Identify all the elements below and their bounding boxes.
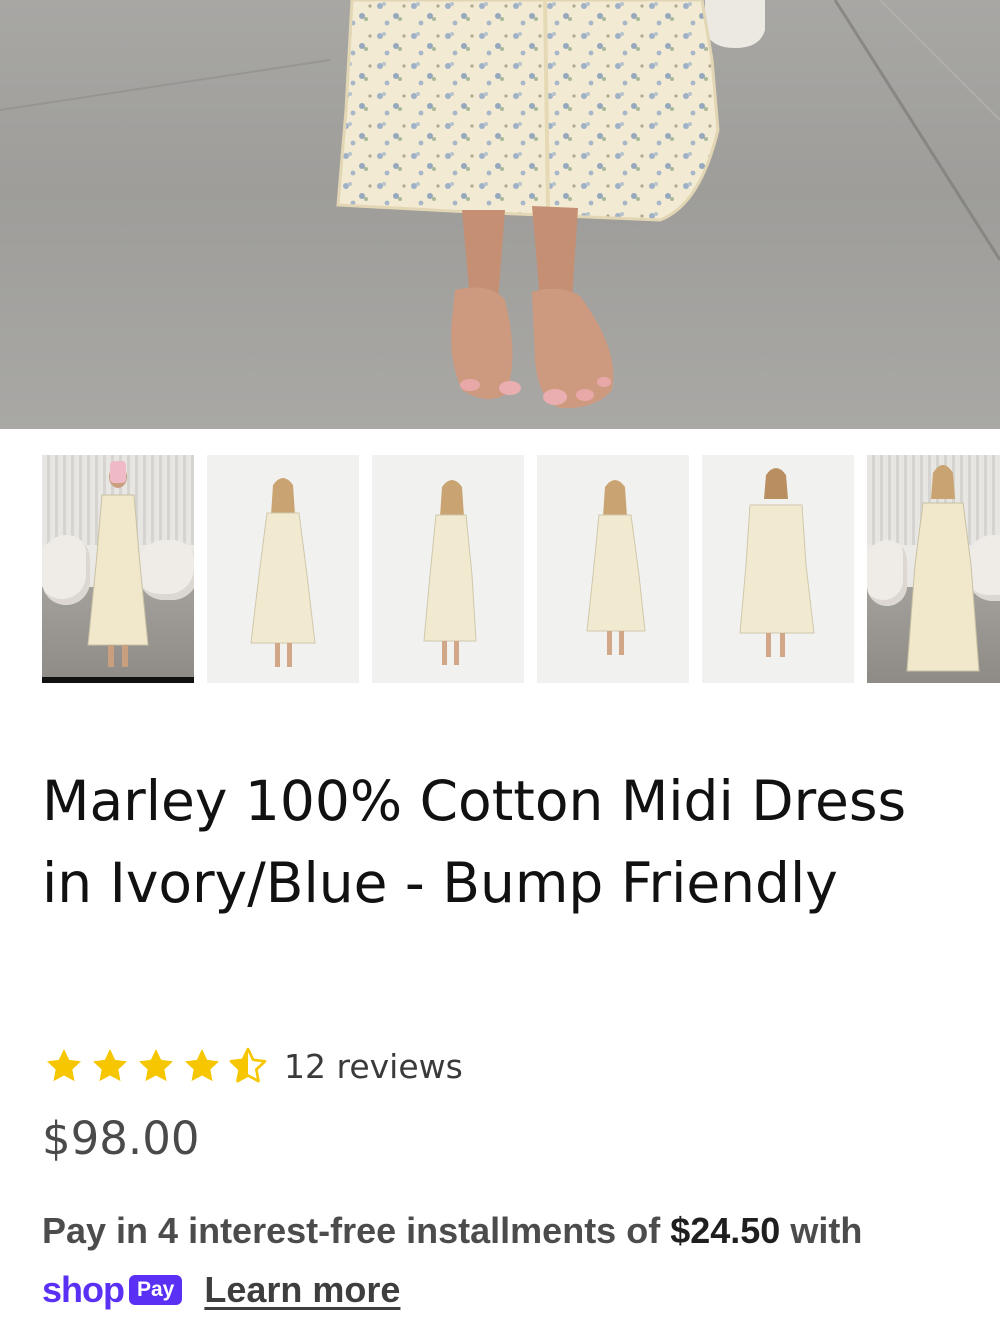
shop-pay-logo: shop xyxy=(42,1269,125,1310)
installment-amount: $24.50 xyxy=(670,1210,781,1251)
hero-illustration xyxy=(0,0,1000,409)
installments-suffix: with xyxy=(790,1210,863,1251)
learn-more-link[interactable]: Learn more xyxy=(204,1269,400,1311)
thumbnail-2[interactable] xyxy=(207,455,359,683)
hero-product-image[interactable] xyxy=(0,0,1000,429)
reviews-count-link[interactable]: 12 reviews xyxy=(284,1047,463,1086)
thumbnail-5[interactable] xyxy=(702,455,854,683)
thumbnail-6[interactable] xyxy=(867,455,1000,683)
model-figure xyxy=(586,480,646,655)
star-half-icon xyxy=(229,1047,267,1083)
thumbnail-3[interactable] xyxy=(372,455,524,683)
model-figure xyxy=(739,468,815,657)
shop-pay-badge: Pay xyxy=(129,1275,183,1305)
star-full-icon xyxy=(47,1049,81,1082)
installments-text: Pay in 4 interest-free installments of $… xyxy=(42,1210,862,1252)
product-rating[interactable]: 12 reviews xyxy=(44,1043,463,1089)
model-figure xyxy=(250,478,316,667)
installments-prefix: Pay in 4 interest-free installments of xyxy=(42,1210,661,1251)
active-thumbnail-indicator xyxy=(42,677,194,683)
product-title: Marley 100% Cotton Midi Dress in Ivory/B… xyxy=(42,769,907,915)
star-full-icon xyxy=(139,1049,173,1082)
model-figure xyxy=(906,465,980,672)
thumbnail-1[interactable] xyxy=(42,455,194,683)
star-full-icon xyxy=(185,1049,219,1082)
thumbnail-4[interactable] xyxy=(537,455,689,683)
thumbnail-gallery xyxy=(42,455,1000,683)
shop-pay-row: shop Pay Learn more xyxy=(42,1264,400,1316)
model-figure xyxy=(423,480,477,665)
product-price: $98.00 xyxy=(42,1112,200,1165)
model-figure xyxy=(87,461,149,667)
star-full-icon xyxy=(93,1049,127,1082)
